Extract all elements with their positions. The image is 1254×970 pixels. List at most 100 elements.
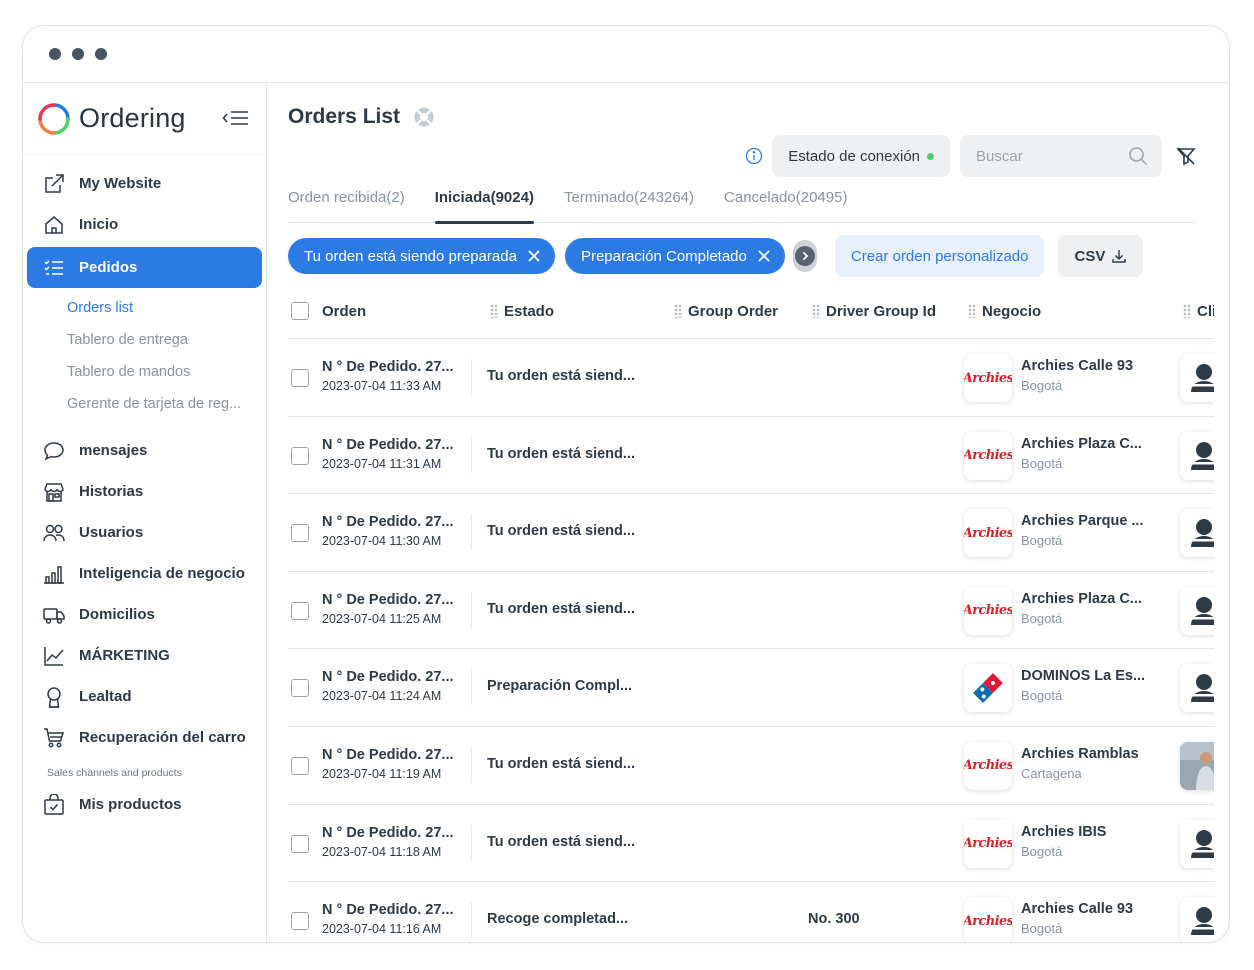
close-icon[interactable] [757,249,771,263]
customer-avatar[interactable] [1180,819,1214,868]
sidebar-subitem-tablero-entrega[interactable]: Tablero de entrega [23,324,266,356]
csv-export-button[interactable]: CSV [1058,235,1144,277]
sidebar-item-label: Inteligencia de negocio [79,565,245,582]
business-cell: Archies Calle 93 Bogotá [1021,358,1133,393]
search-input[interactable] [976,147,1128,165]
column-cliente[interactable]: Cli [1183,283,1214,339]
order-date: 2023-07-04 11:16 AM [322,922,442,937]
column-orden[interactable]: Orden [322,283,366,339]
sidebar-subitem-gerente-tarjeta[interactable]: Gerente de tarjeta de reg... [23,388,266,420]
customer-avatar[interactable] [1180,354,1214,402]
column-estado[interactable]: Estado [490,283,554,339]
sidebar-item-mensajes[interactable]: mensajes [27,430,262,471]
sidebar-item-pedidos[interactable]: Pedidos [27,247,262,288]
filter-chip-label: Preparación Completado [580,247,747,265]
row-checkbox[interactable] [291,446,309,465]
window-dot[interactable] [95,48,107,60]
column-driver-group-id[interactable]: Driver Group Id [812,283,936,339]
sidebar-item-label: Pedidos [79,259,138,276]
row-checkbox[interactable] [291,912,309,931]
tab-iniciada[interactable]: Iniciada(9024) [434,183,535,224]
brand: Ordering [23,83,266,155]
sidebar-item-marketing[interactable]: MÁRKETING [27,635,262,676]
row-checkbox[interactable] [291,524,309,543]
business-logo: Archies [964,819,1012,868]
row-checkbox[interactable] [291,756,309,775]
column-negocio[interactable]: Negocio [968,283,1041,339]
customer-avatar[interactable] [1180,741,1214,790]
row-checkbox[interactable] [291,369,309,387]
archies-logo: Archies [964,913,1012,929]
close-icon[interactable] [527,249,541,263]
chips-scroll-button[interactable] [792,240,817,272]
order-number: N ° De Pedido. 27... [322,746,454,763]
sidebar-item-domicilios[interactable]: Domicilios [27,594,262,635]
sidebar-item-label: Historias [79,483,144,500]
table-row[interactable]: N ° De Pedido. 27... 2023-07-04 11:30 AM… [288,494,1214,572]
business-city: Bogotá [1021,378,1063,393]
sidebar-subitem-tablero-mandos[interactable]: Tablero de mandos [23,356,266,388]
order-date: 2023-07-04 11:30 AM [322,534,442,549]
tab-orden-recibida[interactable]: Orden recibida(2) [288,183,405,223]
table-row[interactable]: N ° De Pedido. 27... 2023-07-04 11:18 AM… [288,805,1214,883]
cart-icon [43,727,65,749]
column-group-order[interactable]: Group Order [674,283,778,339]
collapse-sidebar-icon[interactable] [222,107,250,129]
user-icon [1189,441,1214,470]
row-checkbox[interactable] [291,679,309,698]
order-cell: N ° De Pedido. 27... 2023-07-04 11:31 AM [322,436,472,473]
table-row[interactable]: N ° De Pedido. 27... 2023-07-04 11:19 AM… [288,727,1214,805]
row-checkbox[interactable] [291,834,309,853]
customer-avatar[interactable] [1180,431,1214,480]
business-city: Cartagena [1021,765,1082,781]
business-city: Bogotá [1021,533,1063,549]
sidebar-item-my-website[interactable]: My Website [27,163,262,204]
business-cell: Archies Ramblas Cartagena [1021,746,1139,781]
customer-avatar[interactable] [1180,664,1214,713]
tab-cancelado[interactable]: Cancelado(20495) [724,183,847,223]
sidebar-item-inicio[interactable]: Inicio [27,204,262,245]
sidebar-subitem-orders-list[interactable]: Orders list [23,292,266,324]
window-dot[interactable] [49,48,61,60]
order-status: Tu orden está siend... [487,445,635,462]
drag-handle-icon[interactable] [674,304,682,318]
table-row[interactable]: N ° De Pedido. 27... 2023-07-04 11:25 AM… [288,572,1214,650]
users-icon [43,522,65,544]
order-number: N ° De Pedido. 27... [322,902,454,919]
sidebar-item-label: Inicio [79,216,119,233]
sidebar-item-lealtad[interactable]: Lealtad [27,676,262,717]
sidebar-item-recuperacion[interactable]: Recuperación del carro [27,717,262,758]
row-checkbox[interactable] [291,601,309,620]
drag-handle-icon[interactable] [490,304,498,318]
drag-handle-icon[interactable] [812,304,820,318]
filter-chip[interactable]: Tu orden está siendo preparada [288,238,555,274]
sidebar-item-inteligencia[interactable]: Inteligencia de negocio [27,553,262,594]
create-custom-order-button[interactable]: Crear orden personalizado [834,235,1045,277]
user-icon [1189,519,1214,548]
sidebar-item-historias[interactable]: Historias [27,471,262,512]
order-date: 2023-07-04 11:25 AM [322,611,442,626]
drag-handle-icon[interactable] [968,304,976,318]
sidebar-item-usuarios[interactable]: Usuarios [27,512,262,553]
table-row[interactable]: N ° De Pedido. 27... 2023-07-04 11:16 AM… [288,882,1214,942]
lifebuoy-help-icon[interactable] [413,106,435,128]
connection-status-button[interactable]: Estado de conexión [772,135,950,177]
tab-terminado[interactable]: Terminado(243264) [564,183,694,223]
table-row[interactable]: N ° De Pedido. 27... 2023-07-04 11:33 AM… [288,339,1214,417]
order-number: N ° De Pedido. 27... [322,514,454,531]
info-icon[interactable] [745,147,763,165]
customer-avatar[interactable] [1180,586,1214,635]
window-dot[interactable] [72,48,84,60]
customer-avatar[interactable] [1180,897,1214,942]
table-row[interactable]: N ° De Pedido. 27... 2023-07-04 11:31 AM… [288,417,1214,495]
archies-logo: Archies [964,836,1012,852]
table-row[interactable]: N ° De Pedido. 27... 2023-07-04 11:24 AM… [288,649,1214,727]
clear-filter-icon[interactable] [1175,145,1197,167]
drag-handle-icon[interactable] [1183,304,1191,318]
customer-avatar[interactable] [1180,509,1214,558]
order-date: 2023-07-04 11:19 AM [322,766,442,781]
sidebar-item-mis-productos[interactable]: Mis productos [27,784,262,825]
select-all-checkbox[interactable] [291,302,309,320]
filter-chip[interactable]: Preparación Completado [564,238,785,274]
search-icon[interactable] [1128,146,1148,166]
